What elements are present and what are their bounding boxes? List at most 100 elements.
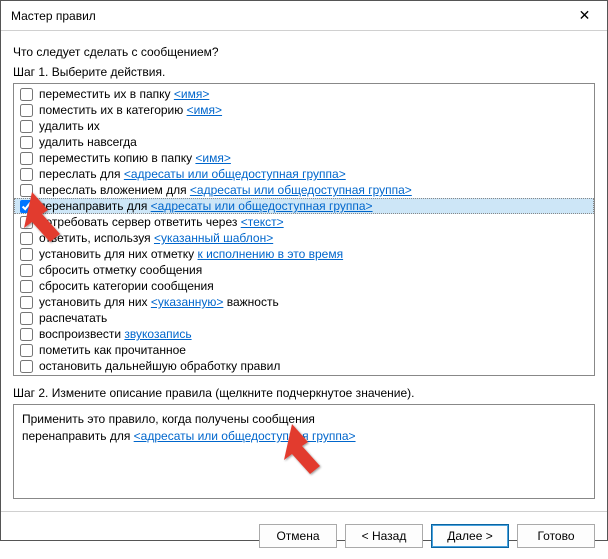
- action-text-pre: перенаправить для: [39, 199, 151, 213]
- action-text-pre: воспроизвести: [39, 327, 124, 341]
- action-link[interactable]: <текст>: [241, 215, 284, 229]
- back-button[interactable]: < Назад: [345, 524, 423, 548]
- next-button[interactable]: Далее >: [431, 524, 509, 548]
- step1-label: Шаг 1. Выберите действия.: [13, 65, 595, 79]
- action-label: ответить, используя <указанный шаблон>: [39, 230, 273, 246]
- action-link[interactable]: <адресаты или общедоступная группа>: [151, 199, 373, 213]
- action-text-pre: переслать для: [39, 167, 124, 181]
- action-label: воспроизвести звукозапись: [39, 326, 192, 342]
- action-label: удалить их: [39, 118, 100, 134]
- action-checkbox[interactable]: [20, 152, 33, 165]
- action-checkbox[interactable]: [20, 312, 33, 325]
- cancel-button[interactable]: Отмена: [259, 524, 337, 548]
- action-checkbox[interactable]: [20, 120, 33, 133]
- action-link[interactable]: к исполнению в это время: [198, 247, 344, 261]
- window-title: Мастер правил: [11, 9, 562, 23]
- action-row[interactable]: распечатать: [14, 310, 594, 326]
- action-text-pre: переместить их в папку: [39, 87, 174, 101]
- action-row[interactable]: установить для них <указанную> важность: [14, 294, 594, 310]
- action-text-pre: остановить дальнейшую обработку правил: [39, 359, 280, 373]
- action-checkbox[interactable]: [20, 104, 33, 117]
- description-line2: перенаправить для <адресаты или общедост…: [22, 428, 586, 445]
- action-label: перенаправить для <адресаты или общедост…: [39, 198, 373, 214]
- action-row[interactable]: остановить дальнейшую обработку правил: [14, 358, 594, 374]
- button-bar: Отмена < Назад Далее > Готово: [1, 511, 607, 559]
- action-checkbox[interactable]: [20, 328, 33, 341]
- action-text-pre: поместить их в категорию: [39, 103, 187, 117]
- action-checkbox[interactable]: [20, 168, 33, 181]
- action-row[interactable]: переместить их в папку <имя>: [14, 86, 594, 102]
- action-row[interactable]: сбросить категории сообщения: [14, 278, 594, 294]
- action-row[interactable]: переместить копию в папку <имя>: [14, 150, 594, 166]
- action-text-post: важность: [223, 295, 278, 309]
- action-link[interactable]: звукозапись: [124, 327, 191, 341]
- finish-button[interactable]: Готово: [517, 524, 595, 548]
- action-row[interactable]: удалить их: [14, 118, 594, 134]
- action-text-pre: ответить, используя: [39, 231, 154, 245]
- action-label: сбросить категории сообщения: [39, 278, 214, 294]
- action-checkbox[interactable]: [20, 136, 33, 149]
- action-text-pre: переслать вложением для: [39, 183, 190, 197]
- action-text-pre: установить для них: [39, 295, 151, 309]
- action-row[interactable]: поместить их в категорию <имя>: [14, 102, 594, 118]
- action-checkbox[interactable]: [20, 200, 33, 213]
- action-row[interactable]: переслать вложением для <адресаты или об…: [14, 182, 594, 198]
- action-checkbox[interactable]: [20, 280, 33, 293]
- action-row[interactable]: пометить как прочитанное: [14, 342, 594, 358]
- action-link[interactable]: <указанную>: [151, 295, 224, 309]
- action-label: установить для них отметку к исполнению …: [39, 246, 343, 262]
- action-row[interactable]: удалить навсегда: [14, 134, 594, 150]
- description-line2-pre: перенаправить для: [22, 429, 134, 443]
- action-row[interactable]: ответить, используя <указанный шаблон>: [14, 230, 594, 246]
- action-link[interactable]: <имя>: [187, 103, 222, 117]
- action-link[interactable]: <указанный шаблон>: [154, 231, 273, 245]
- action-label: потребовать сервер ответить через <текст…: [39, 214, 284, 230]
- action-row[interactable]: воспроизвести звукозапись: [14, 326, 594, 342]
- description-line1: Применить это правило, когда получены со…: [22, 411, 586, 428]
- action-label: сбросить отметку сообщения: [39, 262, 202, 278]
- action-checkbox[interactable]: [20, 216, 33, 229]
- close-icon: ✕: [579, 7, 591, 24]
- action-checkbox[interactable]: [20, 264, 33, 277]
- action-text-pre: распечатать: [39, 311, 107, 325]
- action-checkbox[interactable]: [20, 360, 33, 373]
- action-checkbox[interactable]: [20, 88, 33, 101]
- step2-label: Шаг 2. Измените описание правила (щелкни…: [13, 386, 595, 400]
- action-row[interactable]: переслать для <адресаты или общедоступна…: [14, 166, 594, 182]
- action-label: установить для них <указанную> важность: [39, 294, 279, 310]
- action-label: переслать вложением для <адресаты или об…: [39, 182, 412, 198]
- action-checkbox[interactable]: [20, 232, 33, 245]
- actions-listbox: переместить их в папку <имя>поместить их…: [13, 83, 595, 376]
- description-link-recipients[interactable]: <адресаты или общедоступная группа>: [134, 429, 356, 443]
- action-text-pre: пометить как прочитанное: [39, 343, 186, 357]
- action-link[interactable]: <адресаты или общедоступная группа>: [124, 167, 346, 181]
- action-label: остановить дальнейшую обработку правил: [39, 358, 280, 374]
- action-link[interactable]: <имя>: [174, 87, 209, 101]
- action-text-pre: потребовать сервер ответить через: [39, 215, 241, 229]
- action-text-pre: установить для них отметку: [39, 247, 198, 261]
- action-text-pre: удалить их: [39, 119, 100, 133]
- close-button[interactable]: ✕: [562, 1, 607, 31]
- action-label: переслать для <адресаты или общедоступна…: [39, 166, 346, 182]
- action-link[interactable]: <имя>: [195, 151, 230, 165]
- action-checkbox[interactable]: [20, 296, 33, 309]
- action-label: поместить их в категорию <имя>: [39, 102, 222, 118]
- action-label: удалить навсегда: [39, 134, 137, 150]
- action-row[interactable]: перенаправить для <адресаты или общедост…: [14, 198, 594, 214]
- action-label: пометить как прочитанное: [39, 342, 186, 358]
- action-text-pre: сбросить отметку сообщения: [39, 263, 202, 277]
- action-checkbox[interactable]: [20, 184, 33, 197]
- action-link[interactable]: <адресаты или общедоступная группа>: [190, 183, 412, 197]
- action-text-pre: переместить копию в папку: [39, 151, 195, 165]
- rule-description-box: Применить это правило, когда получены со…: [13, 404, 595, 499]
- actions-scroll[interactable]: переместить их в папку <имя>поместить их…: [14, 84, 594, 375]
- action-row[interactable]: потребовать сервер ответить через <текст…: [14, 214, 594, 230]
- action-checkbox[interactable]: [20, 248, 33, 261]
- action-label: переместить их в папку <имя>: [39, 86, 209, 102]
- dialog-content: Что следует сделать с сообщением? Шаг 1.…: [1, 31, 607, 499]
- prompt-text: Что следует сделать с сообщением?: [13, 45, 595, 59]
- action-row[interactable]: сбросить отметку сообщения: [14, 262, 594, 278]
- action-checkbox[interactable]: [20, 344, 33, 357]
- title-bar: Мастер правил ✕: [1, 1, 607, 31]
- action-row[interactable]: установить для них отметку к исполнению …: [14, 246, 594, 262]
